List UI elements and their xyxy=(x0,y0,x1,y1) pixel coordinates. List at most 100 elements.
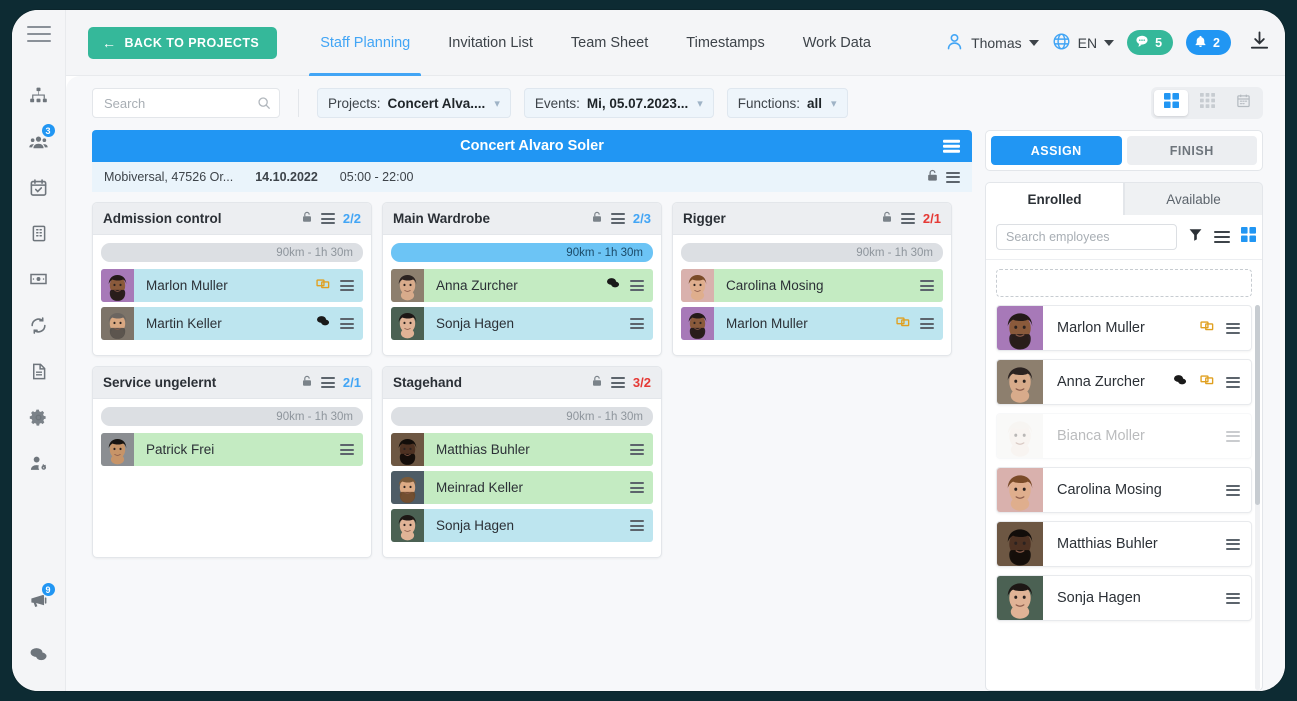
sidebar-item-chat[interactable] xyxy=(19,631,59,677)
avatar xyxy=(997,359,1043,405)
functions-filter-dropdown[interactable]: Functions: all ▾ xyxy=(727,88,848,118)
row-menu-icon[interactable] xyxy=(1226,485,1240,496)
sidebar-item-people[interactable]: 3 xyxy=(19,118,59,164)
employee-list-item[interactable]: Bianca Moller xyxy=(996,413,1252,459)
employee-list-item[interactable]: Marlon Muller xyxy=(996,305,1252,351)
row-menu-icon[interactable] xyxy=(630,280,644,291)
tab-timestamps[interactable]: Timestamps xyxy=(667,10,783,76)
row-menu-icon[interactable] xyxy=(1226,593,1240,604)
unlock-icon[interactable] xyxy=(301,210,313,227)
sidebar-item-announcements[interactable]: 9 xyxy=(19,577,59,623)
staff-row[interactable]: Sonja Hagen xyxy=(391,307,653,340)
job-menu-icon[interactable] xyxy=(321,213,335,224)
back-to-projects-button[interactable]: ← BACK TO PROJECTS xyxy=(88,27,277,59)
row-menu-icon[interactable] xyxy=(630,318,644,329)
list-icon[interactable] xyxy=(1214,231,1230,244)
staff-row[interactable]: Anna Zurcher xyxy=(391,269,653,302)
staff-row[interactable]: Carolina Mosing xyxy=(681,269,943,302)
chat-bubble-icon[interactable] xyxy=(1172,373,1188,392)
row-menu-icon[interactable] xyxy=(920,280,934,291)
job-menu-icon[interactable] xyxy=(901,213,915,224)
staff-row[interactable]: Martin Keller xyxy=(101,307,363,340)
row-menu-icon[interactable] xyxy=(1226,539,1240,550)
row-menu-icon[interactable] xyxy=(920,318,934,329)
swap-shift-icon[interactable] xyxy=(895,314,911,334)
messages-badge-button[interactable]: 5 xyxy=(1127,30,1173,55)
swap-shift-icon[interactable] xyxy=(315,276,331,296)
staff-row[interactable]: Marlon Muller xyxy=(681,307,943,340)
row-menu-icon[interactable] xyxy=(630,520,644,531)
unlock-icon[interactable] xyxy=(301,374,313,391)
sidebar-item-user-settings[interactable] xyxy=(19,440,59,486)
sidebar-toggle-button[interactable] xyxy=(27,26,51,42)
chevron-down-icon: ▾ xyxy=(494,97,500,110)
staff-row[interactable]: Meinrad Keller xyxy=(391,471,653,504)
employee-search-input[interactable] xyxy=(996,224,1177,250)
tab-enrolled[interactable]: Enrolled xyxy=(985,182,1124,215)
event-menu-icon[interactable] xyxy=(943,140,960,153)
sidebar-item-company[interactable] xyxy=(19,210,59,256)
staff-row[interactable]: Matthias Buhler xyxy=(391,433,653,466)
language-menu[interactable]: EN xyxy=(1052,32,1114,54)
sidebar-item-documents[interactable] xyxy=(19,348,59,394)
job-menu-icon[interactable] xyxy=(611,377,625,388)
grid-view-button[interactable] xyxy=(1154,90,1188,116)
unlock-icon[interactable] xyxy=(591,210,603,227)
employee-list-item[interactable]: Anna Zurcher xyxy=(996,359,1252,405)
events-filter-dropdown[interactable]: Events: Mi, 05.07.2023... ▾ xyxy=(524,88,714,118)
tab-available[interactable]: Available xyxy=(1124,182,1263,215)
finish-button[interactable]: FINISH xyxy=(1127,136,1258,165)
row-menu-icon[interactable] xyxy=(630,444,644,455)
event-time: 05:00 - 22:00 xyxy=(340,170,414,184)
unlock-icon[interactable] xyxy=(881,210,893,227)
notifications-badge-button[interactable]: 2 xyxy=(1186,30,1231,55)
staff-row[interactable]: Patrick Frei xyxy=(101,433,363,466)
unlock-icon[interactable] xyxy=(926,168,939,186)
projects-filter-dropdown[interactable]: Projects: Concert Alva.... ▾ xyxy=(317,88,511,118)
job-menu-icon[interactable] xyxy=(321,377,335,388)
calendar-view-button[interactable] xyxy=(1226,90,1260,116)
row-menu-icon[interactable] xyxy=(340,444,354,455)
scrollbar-track[interactable] xyxy=(1255,305,1260,690)
user-menu[interactable]: Thomas xyxy=(945,32,1039,54)
list-view-button[interactable] xyxy=(1190,90,1224,116)
staff-name: Sonja Hagen xyxy=(424,518,514,533)
sidebar-item-org-chart[interactable] xyxy=(19,72,59,118)
chat-bubble-icon[interactable] xyxy=(605,276,621,295)
search-input[interactable] xyxy=(93,89,279,117)
tab-invitation-list[interactable]: Invitation List xyxy=(429,10,552,76)
unlock-icon[interactable] xyxy=(591,374,603,391)
tab-team-sheet[interactable]: Team Sheet xyxy=(552,10,667,76)
row-menu-icon[interactable] xyxy=(1226,323,1240,334)
staff-row-actions xyxy=(340,444,363,455)
swap-shift-icon[interactable] xyxy=(1199,318,1215,338)
employee-list-item[interactable]: Matthias Buhler xyxy=(996,521,1252,567)
row-menu-icon[interactable] xyxy=(1226,377,1240,388)
employee-list-item[interactable]: Carolina Mosing xyxy=(996,467,1252,513)
notifications-count: 2 xyxy=(1213,36,1220,50)
scrollbar-thumb[interactable] xyxy=(1255,305,1260,505)
employee-list-item[interactable]: Sonja Hagen xyxy=(996,575,1252,621)
sidebar-item-settings[interactable] xyxy=(19,394,59,440)
chat-bubble-icon[interactable] xyxy=(315,314,331,333)
app-window: 3 xyxy=(12,10,1285,691)
row-menu-icon[interactable] xyxy=(340,318,354,329)
employee-drop-zone[interactable] xyxy=(996,269,1252,297)
download-icon[interactable] xyxy=(1248,29,1271,57)
staff-row[interactable]: Marlon Muller xyxy=(101,269,363,302)
event-options-icon[interactable] xyxy=(946,172,960,183)
sidebar-item-payroll[interactable] xyxy=(19,256,59,302)
assign-button[interactable]: ASSIGN xyxy=(991,136,1122,165)
row-menu-icon[interactable] xyxy=(630,482,644,493)
row-menu-icon[interactable] xyxy=(1226,431,1240,442)
sidebar-item-sync[interactable] xyxy=(19,302,59,348)
staff-row[interactable]: Sonja Hagen xyxy=(391,509,653,542)
swap-shift-icon[interactable] xyxy=(1199,372,1215,392)
row-menu-icon[interactable] xyxy=(340,280,354,291)
sidebar-item-calendar[interactable] xyxy=(19,164,59,210)
tab-staff-planning[interactable]: Staff Planning xyxy=(301,10,429,76)
job-menu-icon[interactable] xyxy=(611,213,625,224)
grid-icon[interactable] xyxy=(1241,227,1256,247)
filter-icon[interactable] xyxy=(1188,227,1203,247)
tab-work-data[interactable]: Work Data xyxy=(784,10,890,76)
